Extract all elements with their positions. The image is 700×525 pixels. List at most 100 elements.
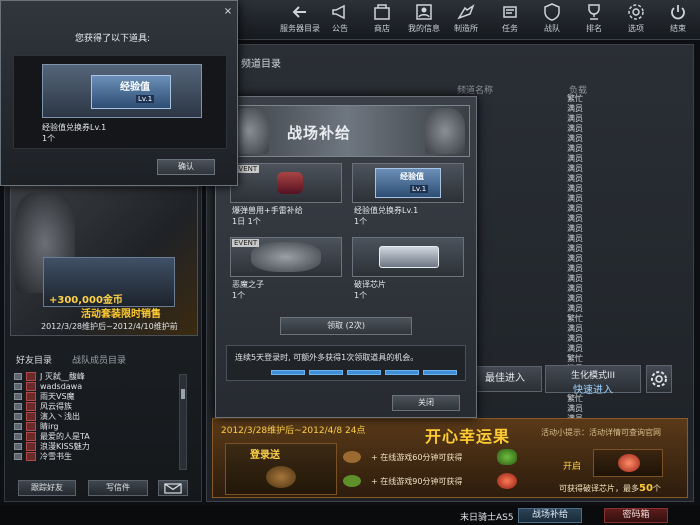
friend-status-icon: [14, 413, 22, 420]
supply-item-qty: 1个: [232, 291, 246, 300]
nav-mission[interactable]: 任务: [488, 2, 532, 38]
close-button[interactable]: 关闭: [392, 395, 460, 411]
scrollbar-thumb[interactable]: [181, 389, 185, 399]
profile-icon: [414, 2, 434, 22]
nav-label: 商店: [374, 24, 390, 33]
friend-list-item[interactable]: 睛irg: [14, 422, 190, 432]
mail-button[interactable]: [158, 480, 188, 496]
channel-load-status: 满员: [567, 264, 583, 273]
channel-load-status: 满员: [567, 124, 583, 133]
promo-date: 2012/3/28维护后~2012/4/8 24点: [221, 426, 366, 436]
promo-open-label: 开启: [563, 462, 582, 472]
nav-notice[interactable]: 公告: [318, 2, 362, 38]
voucher-text: 经验值: [120, 82, 150, 93]
rank-badge-icon: [26, 452, 36, 461]
nav-ranking[interactable]: 排名: [572, 2, 616, 38]
login-progress-segment: [385, 370, 419, 375]
login-progress-segment: [309, 370, 343, 375]
nav-label: 选项: [628, 24, 644, 33]
promo-tip: 活动小提示：活动详情可查询官网: [541, 428, 661, 437]
banner-sale-title: 活动套装限时销售: [81, 309, 161, 320]
nav-factory[interactable]: 制造所: [444, 2, 488, 38]
channel-load-status: 满员: [567, 184, 583, 193]
best-enter-button[interactable]: 最佳进入: [468, 366, 542, 392]
close-icon[interactable]: ×: [223, 7, 233, 17]
channel-settings-button[interactable]: [646, 365, 672, 393]
grenade-icon: [277, 172, 303, 194]
nav-clan[interactable]: 战队: [530, 2, 574, 38]
lucky-fruit-icon: [593, 449, 663, 477]
friend-list-item[interactable]: wadsdawa: [14, 382, 190, 392]
sprout-icon: [497, 449, 517, 465]
rank-badge-icon: [26, 442, 36, 451]
friend-list-item[interactable]: 雨天VS魔: [14, 392, 190, 402]
channel-load-status: 满员: [567, 324, 583, 333]
friend-list-scrollbar[interactable]: [179, 374, 187, 470]
channel-load-status: 满员: [567, 244, 583, 253]
nav-label: 我的信息: [408, 24, 440, 33]
promo-row-text: + 在线游戏60分钟可获得: [371, 453, 463, 462]
rank-badge-icon: [26, 372, 36, 381]
gear-icon: [647, 371, 671, 395]
nav-shop[interactable]: 商店: [360, 2, 404, 38]
login-bonus-description: 连续5天登录时, 可额外多获得1次领取道具的机会。: [226, 345, 466, 381]
col-channel-name: 频道名称: [457, 86, 494, 96]
friend-list-item[interactable]: 最爱的人是TA: [14, 432, 190, 442]
claim-button[interactable]: 领取 (2次): [280, 317, 412, 335]
rank-badge-icon: [26, 392, 36, 401]
nav-label: 战队: [544, 24, 560, 33]
nav-exit[interactable]: 结束: [656, 2, 700, 38]
friend-list-item[interactable]: 浪漫KISS魅力: [14, 442, 190, 452]
promo-footer-count: 50: [639, 483, 653, 494]
lucky-fruit-event-banner: 2012/3/28维护后~2012/4/8 24点 开心幸运果 活动小提示：活动…: [212, 418, 688, 498]
supply-item[interactable]: EVENT 恶魔之子 1个: [230, 237, 342, 305]
channel-panel-title: 频道目录: [241, 59, 281, 70]
confirm-button[interactable]: 确认: [157, 159, 215, 175]
channel-load-status: 满员: [567, 304, 583, 313]
voucher-icon: 经验值 Lv.1: [91, 75, 171, 109]
package-sale-banner[interactable]: +300,000金币 活动套装限时销售 2012/3/28维护后~2012/4/…: [10, 186, 198, 336]
friend-name: 睛irg: [40, 422, 59, 431]
nav-my-info[interactable]: 我的信息: [402, 2, 446, 38]
voucher-image: 经验值 Lv.1: [42, 64, 202, 118]
friend-list-item[interactable]: 风云得族: [14, 402, 190, 412]
mission-icon: [500, 2, 520, 22]
tab-friends[interactable]: 好友目录: [16, 353, 52, 366]
friend-name: 演入丶浅出: [40, 412, 80, 421]
supply-item[interactable]: 破译芯片 1个: [352, 237, 464, 305]
quick-enter-button[interactable]: 生化模式III 快速进入: [545, 365, 641, 396]
channel-load-status: 满员: [567, 144, 583, 153]
channel-load-status: 繁忙: [567, 314, 583, 323]
channel-load-status: 满员: [567, 334, 583, 343]
nav-options[interactable]: 选项: [614, 2, 658, 38]
seed-icon: [266, 466, 296, 488]
channel-load-status: 满员: [567, 404, 583, 413]
channel-load-status: 满员: [567, 164, 583, 173]
friend-list-item[interactable]: J 灭弑__馥峰: [14, 372, 190, 382]
friend-list-item[interactable]: 演入丶浅出: [14, 412, 190, 422]
rank-badge-icon: [26, 422, 36, 431]
demon-icon: [251, 242, 321, 272]
received-item-box: 经验值 Lv.1 经验值兑换券Lv.1 1个: [13, 55, 227, 149]
battlefield-supply-button[interactable]: 战场补给: [518, 508, 582, 523]
supply-item-qty: 1个: [354, 217, 368, 226]
promo-footer-unit: 个: [652, 484, 661, 493]
event-badge: EVENT: [232, 239, 260, 247]
friend-list-item[interactable]: 冷雪书生: [14, 452, 190, 462]
channel-load-status: 满员: [567, 114, 583, 123]
follow-friend-button[interactable]: 跟踪好友: [18, 480, 76, 496]
shop-icon: [372, 2, 392, 22]
supply-title: 战场补给: [287, 124, 352, 142]
nav-label: 服务器目录: [280, 24, 320, 33]
voucher-image: 经验值 Lv.1: [352, 163, 464, 203]
promo-footer-text: 可获得破译芯片，最多: [559, 484, 639, 493]
password-box-button[interactable]: 密码箱: [604, 508, 668, 523]
trophy-icon: [584, 2, 604, 22]
channel-load-status: 满员: [567, 134, 583, 143]
supply-item[interactable]: EVENT 爆弹兽用+手雷补给 1日 1个: [230, 163, 342, 231]
channel-load-status: 繁忙: [567, 94, 583, 103]
write-letter-button[interactable]: 写信件: [88, 480, 148, 496]
supply-item[interactable]: 经验值 Lv.1 经验值兑换券Lv.1 1个: [352, 163, 464, 231]
tab-clan-members[interactable]: 战队成员目录: [72, 353, 126, 366]
nav-server-list[interactable]: 服务器目录: [278, 2, 322, 38]
